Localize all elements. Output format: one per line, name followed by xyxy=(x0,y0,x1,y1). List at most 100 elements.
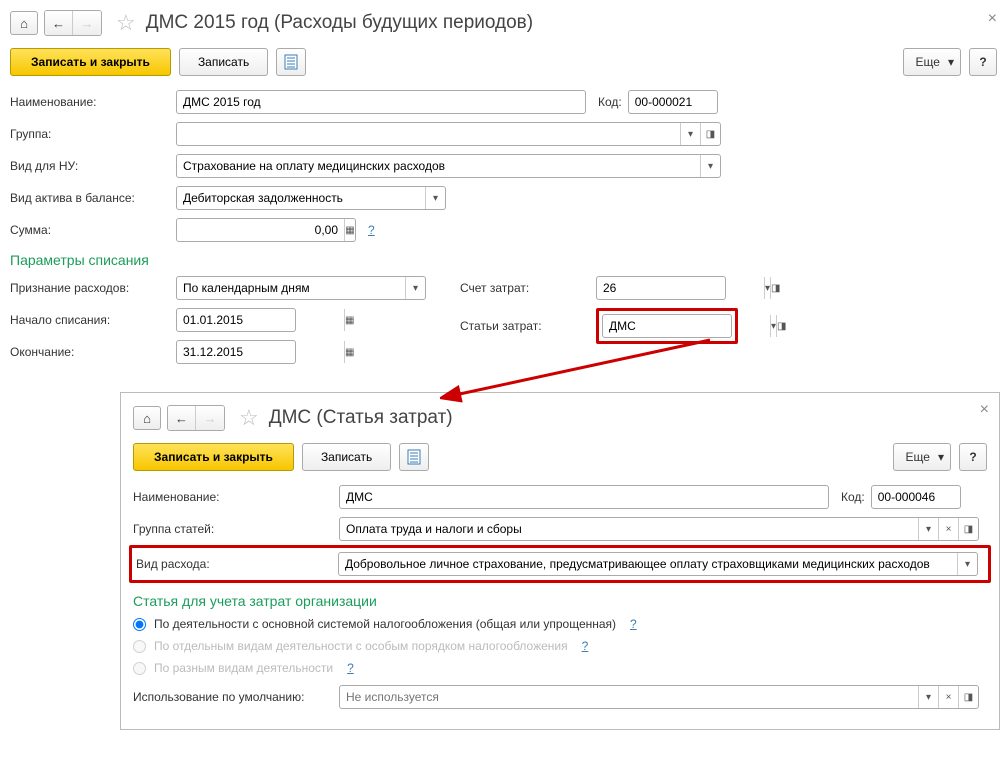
chevron-down-icon: ▾ xyxy=(938,450,944,464)
help-button[interactable]: ? xyxy=(959,443,987,471)
sum-field[interactable]: ▦ xyxy=(176,218,356,242)
cost-item-combo[interactable]: ▾ ◨ xyxy=(602,314,732,338)
label-start: Начало списания: xyxy=(10,313,170,327)
open-icon[interactable]: ◨ xyxy=(770,277,780,299)
group-input[interactable] xyxy=(177,123,680,145)
expense-type-input[interactable] xyxy=(339,553,957,575)
calendar-icon[interactable]: ▦ xyxy=(344,309,354,331)
expense-type-combo[interactable]: ▾ xyxy=(338,552,978,576)
label-group: Группа: xyxy=(10,127,170,141)
sum-input[interactable] xyxy=(177,219,344,241)
code-input[interactable] xyxy=(628,90,718,114)
label-cost-item: Статьи затрат: xyxy=(460,319,590,333)
nu-type-combo[interactable]: ▾ xyxy=(176,154,721,178)
highlight-cost-item: ▾ ◨ xyxy=(596,308,738,344)
label-name: Наименование: xyxy=(10,95,170,109)
nav-back-forward[interactable]: ← → xyxy=(167,405,225,431)
back-icon[interactable]: ← xyxy=(45,11,73,35)
open-icon[interactable]: ◨ xyxy=(700,123,720,145)
clear-icon[interactable]: × xyxy=(938,518,958,540)
help-link[interactable]: ? xyxy=(347,661,354,675)
chevron-down-icon[interactable]: ▾ xyxy=(918,686,938,708)
radio-various xyxy=(133,662,146,675)
radio-special-tax xyxy=(133,640,146,653)
cost-account-combo[interactable]: ▾ ◨ xyxy=(596,276,726,300)
label-name: Наименование: xyxy=(133,490,333,504)
code-input[interactable] xyxy=(871,485,961,509)
back-icon[interactable]: ← xyxy=(168,406,196,430)
open-icon[interactable]: ◨ xyxy=(776,315,786,337)
default-usage-input[interactable] xyxy=(340,686,918,708)
nu-type-input[interactable] xyxy=(177,155,700,177)
page-title: ДМС 2015 год (Расходы будущих периодов) xyxy=(146,12,533,34)
start-date-field[interactable]: ▦ xyxy=(176,308,296,332)
label-asset-type: Вид актива в балансе: xyxy=(10,191,170,205)
section-writeoff-title: Параметры списания xyxy=(10,252,997,268)
label-default-usage: Использование по умолчанию: xyxy=(133,690,333,704)
save-button[interactable]: Записать xyxy=(302,443,391,471)
help-link[interactable]: ? xyxy=(630,617,637,631)
group-combo[interactable]: ▾ × ◨ xyxy=(339,517,979,541)
end-date-input[interactable] xyxy=(177,341,344,363)
page-title: ДМС (Статья затрат) xyxy=(269,407,453,429)
label-group: Группа статей: xyxy=(133,522,333,536)
recognition-combo[interactable]: ▾ xyxy=(176,276,426,300)
start-date-input[interactable] xyxy=(177,309,344,331)
chevron-down-icon[interactable]: ▾ xyxy=(700,155,720,177)
label-end: Окончание: xyxy=(10,345,170,359)
name-input[interactable] xyxy=(339,485,829,509)
calculator-icon[interactable]: ▦ xyxy=(344,219,355,241)
save-and-close-button[interactable]: Записать и закрыть xyxy=(10,48,171,76)
radio-main-tax[interactable] xyxy=(133,618,146,631)
asset-type-combo[interactable]: ▾ xyxy=(176,186,446,210)
nav-back-forward[interactable]: ← → xyxy=(44,10,102,36)
open-icon[interactable]: ◨ xyxy=(958,518,978,540)
radio-special-tax-label: По отдельным видам деятельности с особым… xyxy=(154,639,568,653)
save-button[interactable]: Записать xyxy=(179,48,268,76)
cost-item-input[interactable] xyxy=(603,315,770,337)
help-link[interactable]: ? xyxy=(582,639,589,653)
asset-type-input[interactable] xyxy=(177,187,425,209)
window-deferred-expense: × ⌂ ← → ☆ ДМС 2015 год (Расходы будущих … xyxy=(10,10,997,372)
label-nu-type: Вид для НУ: xyxy=(10,159,170,173)
window-cost-item: × ⌂ ← → ☆ ДМС (Статья затрат) Записать и… xyxy=(120,392,1000,730)
home-button[interactable]: ⌂ xyxy=(10,11,38,35)
more-button[interactable]: Еще ▾ xyxy=(893,443,951,471)
forward-icon[interactable]: → xyxy=(73,11,101,35)
name-input[interactable] xyxy=(176,90,586,114)
close-icon[interactable]: × xyxy=(988,10,997,28)
calendar-icon[interactable]: ▦ xyxy=(344,341,354,363)
section-org-title: Статья для учета затрат организации xyxy=(133,593,987,609)
chevron-down-icon[interactable]: ▾ xyxy=(425,187,445,209)
forward-icon[interactable]: → xyxy=(196,406,224,430)
chevron-down-icon[interactable]: ▾ xyxy=(680,123,700,145)
label-sum: Сумма: xyxy=(10,223,170,237)
help-link[interactable]: ? xyxy=(368,223,375,237)
cost-account-input[interactable] xyxy=(597,277,764,299)
open-icon[interactable]: ◨ xyxy=(958,686,978,708)
label-expense-type: Вид расхода: xyxy=(136,557,332,571)
clear-icon[interactable]: × xyxy=(938,686,958,708)
chevron-down-icon[interactable]: ▾ xyxy=(918,518,938,540)
favorite-star-icon[interactable]: ☆ xyxy=(116,10,136,36)
recognition-input[interactable] xyxy=(177,277,405,299)
chevron-down-icon[interactable]: ▾ xyxy=(957,553,977,575)
list-icon-button[interactable] xyxy=(399,443,429,471)
list-icon xyxy=(284,54,298,70)
group-combo[interactable]: ▾ ◨ xyxy=(176,122,721,146)
favorite-star-icon[interactable]: ☆ xyxy=(239,405,259,431)
list-icon-button[interactable] xyxy=(276,48,306,76)
chevron-down-icon[interactable]: ▾ xyxy=(405,277,425,299)
list-icon xyxy=(407,449,421,465)
label-cost-account: Счет затрат: xyxy=(460,281,590,295)
help-button[interactable]: ? xyxy=(969,48,997,76)
save-and-close-button[interactable]: Записать и закрыть xyxy=(133,443,294,471)
group-input[interactable] xyxy=(340,518,918,540)
default-usage-combo[interactable]: ▾ × ◨ xyxy=(339,685,979,709)
close-icon[interactable]: × xyxy=(980,401,989,419)
end-date-field[interactable]: ▦ xyxy=(176,340,296,364)
more-button[interactable]: Еще ▾ xyxy=(903,48,961,76)
label-code: Код: xyxy=(841,490,865,504)
home-button[interactable]: ⌂ xyxy=(133,406,161,430)
radio-various-label: По разным видам деятельности xyxy=(154,661,333,675)
